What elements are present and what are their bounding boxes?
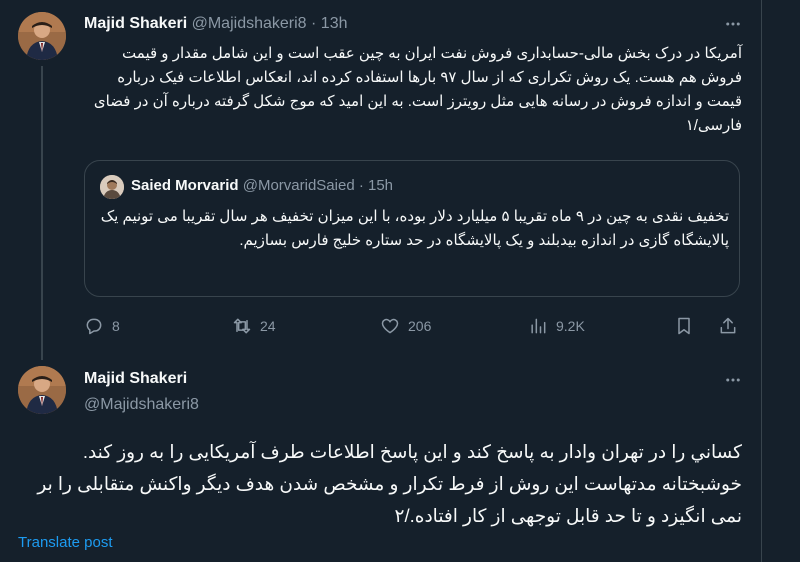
bookmark-icon <box>678 317 690 335</box>
quote-avatar <box>100 175 124 199</box>
tweet1-text: آمریکا در درک بخش مالی-حسابداری فروش نفت… <box>93 45 742 134</box>
views-icon <box>531 318 546 334</box>
reply-count: 8 <box>112 318 120 334</box>
tweet2-text: کساني را در تهران وادار به پاسخ کند و ای… <box>37 441 742 526</box>
views-button[interactable]: 9.2K <box>528 312 585 340</box>
quote-text: تخفیف نقدی به چین در ۹ ماه تقریبا ۵ میلی… <box>100 208 729 249</box>
like-count: 206 <box>408 318 432 334</box>
quote-time: 15h <box>368 177 394 194</box>
views-count: 9.2K <box>556 318 585 334</box>
retweet-button[interactable]: 24 <box>232 312 276 340</box>
avatar[interactable] <box>18 12 66 60</box>
more-icon[interactable] <box>722 13 744 35</box>
timeline-column: Majid Shakeri @Majidshakeri8 · 13h آمریک… <box>0 0 762 562</box>
share-button[interactable] <box>718 312 738 340</box>
quote-author-handle: @MorvaridSaied <box>242 177 355 194</box>
thread-line <box>41 66 43 360</box>
author-name[interactable]: Majid Shakeri <box>84 370 187 388</box>
author-handle[interactable]: @Majidshakeri8 <box>84 396 199 414</box>
bookmark-button[interactable] <box>674 312 694 340</box>
share-icon <box>720 317 736 334</box>
translate-post-link[interactable]: Translate post <box>18 534 113 551</box>
author-handle[interactable]: @Majidshakeri8 <box>192 15 307 32</box>
quoted-tweet[interactable]: Saied Morvarid @MorvaridSaied · 15h تخفی… <box>84 160 740 297</box>
avatar[interactable] <box>18 366 66 414</box>
quote-header: Saied Morvarid @MorvaridSaied · 15h <box>131 177 393 194</box>
like-icon <box>381 318 399 334</box>
more-icon[interactable] <box>722 369 744 391</box>
reply-icon <box>86 318 102 335</box>
quote-author-name: Saied Morvarid <box>131 177 239 194</box>
like-button[interactable]: 206 <box>380 312 431 340</box>
retweet-icon <box>233 318 251 334</box>
reply-button[interactable]: 8 <box>84 312 120 340</box>
post-time[interactable]: 13h <box>321 15 348 32</box>
action-bar: 8 24 206 9.2K <box>84 312 742 340</box>
author-name[interactable]: Majid Shakeri <box>84 15 187 32</box>
separator-dot: · <box>358 177 364 194</box>
separator-dot: · <box>311 15 317 32</box>
tweet1-header: Majid Shakeri @Majidshakeri8 · 13h <box>84 15 348 33</box>
retweet-count: 24 <box>260 318 276 334</box>
